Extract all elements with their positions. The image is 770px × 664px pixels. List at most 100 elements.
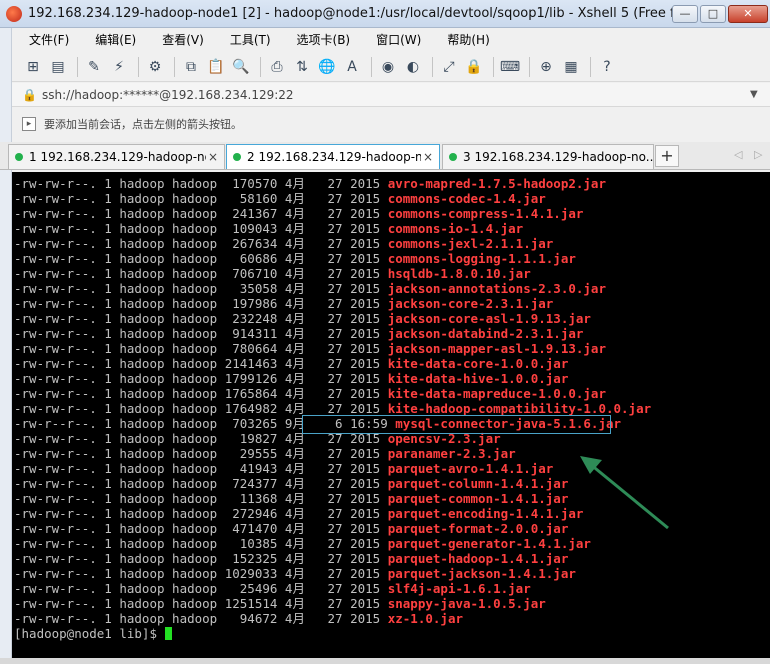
file-meta: -rw-rw-r--. 1 hadoop hadoop 471470 4月 27… — [14, 521, 388, 536]
xftp-icon[interactable]: ◉ — [377, 56, 399, 78]
file-meta: -rw-rw-r--. 1 hadoop hadoop 29555 4月 27 … — [14, 446, 388, 461]
new-tab-icon[interactable]: ⊕ — [535, 56, 557, 78]
file-meta: -rw-rw-r--. 1 hadoop hadoop 94672 4月 27 … — [14, 611, 388, 626]
properties-icon[interactable]: ⚙ — [144, 56, 166, 78]
file-meta: -rw-rw-r--. 1 hadoop hadoop 35058 4月 27 … — [14, 281, 388, 296]
listing-row: -rw-rw-r--. 1 hadoop hadoop 11368 4月 27 … — [14, 491, 651, 506]
file-name: jackson-mapper-asl-1.9.13.jar — [387, 341, 606, 356]
file-meta: -rw-rw-r--. 1 hadoop hadoop 1799126 4月 2… — [14, 371, 388, 386]
file-meta: -rw-rw-r--. 1 hadoop hadoop 2141463 4月 2… — [14, 356, 388, 371]
close-tab-icon[interactable]: × — [421, 150, 435, 164]
copy-icon[interactable]: ⧉ — [180, 56, 202, 78]
shell-prompt: [hadoop@node1 lib]$ — [14, 626, 165, 641]
terminal-output[interactable]: -rw-rw-r--. 1 hadoop hadoop 170570 4月 27… — [12, 172, 770, 664]
file-meta: -rw-rw-r--. 1 hadoop hadoop 41943 4月 27 … — [14, 461, 388, 476]
paste-icon[interactable]: 📋 — [205, 56, 227, 78]
file-name: commons-compress-1.4.1.jar — [387, 206, 584, 221]
font-icon[interactable]: A — [341, 56, 363, 78]
listing-row: -rw-rw-r--. 1 hadoop hadoop 471470 4月 27… — [14, 521, 651, 536]
tab-session-1[interactable]: 1 192.168.234.129-hadoop-no... × — [8, 144, 225, 169]
lock-icon[interactable]: 🔒 — [463, 56, 485, 78]
listing-row: -rw-rw-r--. 1 hadoop hadoop 1765864 4月 2… — [14, 386, 651, 401]
connected-status-icon — [233, 153, 241, 161]
find-icon[interactable]: 🔍 — [230, 56, 252, 78]
session-address[interactable]: ssh://hadoop:******@192.168.234.129:22 — [42, 88, 750, 102]
disconnect-icon[interactable]: ⚡ — [108, 56, 130, 78]
listing-row: -rw-rw-r--. 1 hadoop hadoop 1764982 4月 2… — [14, 401, 651, 416]
terminal-cursor — [164, 627, 172, 640]
connected-status-icon — [15, 153, 23, 161]
file-name: kite-data-mapreduce-1.0.0.jar — [387, 386, 606, 401]
xshell-app-icon[interactable] — [6, 5, 22, 22]
open-folder-icon[interactable]: ▤ — [47, 56, 69, 78]
print-icon[interactable]: ⎙ — [266, 56, 288, 78]
close-button[interactable]: ✕ — [728, 4, 768, 23]
menu-window[interactable]: 窗口(W) — [359, 28, 430, 52]
toolbar-separator — [138, 56, 139, 77]
toolbar-separator — [371, 56, 372, 77]
file-name: jackson-annotations-2.3.0.jar — [387, 281, 606, 296]
file-meta: -rw-rw-r--. 1 hadoop hadoop 1765864 4月 2… — [14, 386, 388, 401]
listing-row: -rw-rw-r--. 1 hadoop hadoop 94672 4月 27 … — [14, 611, 651, 626]
file-meta: -rw-rw-r--. 1 hadoop hadoop 706710 4月 27… — [14, 266, 388, 281]
listing-row: -rw-rw-r--. 1 hadoop hadoop 267634 4月 27… — [14, 236, 651, 251]
file-name: parquet-format-2.0.0.jar — [387, 521, 569, 536]
file-name: kite-hadoop-compatibility-1.0.0.jar — [387, 401, 652, 416]
toolbar-separator — [590, 56, 591, 77]
keyboard-icon[interactable]: ⌨ — [499, 56, 521, 78]
globe-icon[interactable]: 🌐 — [316, 56, 338, 78]
listing-row: -rw-rw-r--. 1 hadoop hadoop 41943 4月 27 … — [14, 461, 651, 476]
file-name: parquet-avro-1.4.1.jar — [387, 461, 554, 476]
tab-label: 1 192.168.234.129-hadoop-no... — [29, 150, 206, 164]
menu-view[interactable]: 查看(V) — [145, 28, 213, 52]
menu-tabs[interactable]: 选项卡(B) — [280, 28, 360, 52]
help-icon[interactable]: ? — [596, 56, 618, 78]
listing-row: -rw-rw-r--. 1 hadoop hadoop 1799126 4月 2… — [14, 371, 651, 386]
connected-status-icon — [449, 153, 457, 161]
transfer-icon[interactable]: ⇅ — [291, 56, 313, 78]
fullscreen-icon[interactable]: ⤢ — [438, 56, 460, 78]
menu-bar: 文件(F) 编辑(E) 查看(V) 工具(T) 选项卡(B) 窗口(W) 帮助(… — [12, 28, 770, 52]
file-name: parquet-generator-1.4.1.jar — [387, 536, 591, 551]
add-tab-button[interactable]: + — [655, 145, 679, 167]
menu-file[interactable]: 文件(F) — [12, 28, 78, 52]
maximize-button[interactable]: □ — [700, 4, 726, 23]
listing-row: -rw-rw-r--. 1 hadoop hadoop 60686 4月 27 … — [14, 251, 651, 266]
layout-icon[interactable]: ▦ — [560, 56, 582, 78]
script-icon[interactable]: ◐ — [402, 56, 424, 78]
file-meta: -rw-rw-r--. 1 hadoop hadoop 197986 4月 27… — [14, 296, 388, 311]
session-hint-text: 要添加当前会话，点击左侧的箭头按钮。 — [44, 118, 242, 131]
menu-help[interactable]: 帮助(H) — [430, 28, 498, 52]
new-session-icon[interactable]: ⊞ — [22, 56, 44, 78]
file-name: jackson-core-2.3.1.jar — [387, 296, 554, 311]
toolbar-separator — [432, 56, 433, 77]
file-name: avro-mapred-1.7.5-hadoop2.jar — [387, 176, 606, 191]
listing-row: -rw-rw-r--. 1 hadoop hadoop 2141463 4月 2… — [14, 356, 651, 371]
listing-row: -rw-rw-r--. 1 hadoop hadoop 35058 4月 27 … — [14, 281, 651, 296]
file-name: hsqldb-1.8.0.10.jar — [387, 266, 531, 281]
file-name: parquet-hadoop-1.4.1.jar — [387, 551, 569, 566]
file-name: snappy-java-1.0.5.jar — [387, 596, 546, 611]
file-meta: -rw-rw-r--. 1 hadoop hadoop 232248 4月 27… — [14, 311, 388, 326]
tab-scroll-arrows[interactable]: ◁ ▷ — [734, 148, 766, 161]
menu-edit[interactable]: 编辑(E) — [78, 28, 145, 52]
reconnect-icon[interactable]: ✎ — [83, 56, 105, 78]
listing-row: -rw-rw-r--. 1 hadoop hadoop 724377 4月 27… — [14, 476, 651, 491]
close-tab-icon[interactable]: × — [206, 150, 220, 164]
toolbar-separator — [77, 56, 78, 77]
menu-tools[interactable]: 工具(T) — [213, 28, 280, 52]
minimize-button[interactable]: — — [672, 4, 698, 23]
add-session-arrow-icon[interactable]: ▸ — [22, 117, 36, 131]
file-meta: -rw-rw-r--. 1 hadoop hadoop 724377 4月 27… — [14, 476, 388, 491]
file-meta: -rw-rw-r--. 1 hadoop hadoop 272946 4月 27… — [14, 506, 388, 521]
file-name: paranamer-2.3.jar — [387, 446, 516, 461]
address-bar[interactable]: 🔒 ssh://hadoop:******@192.168.234.129:22… — [12, 83, 770, 107]
listing-row: -rw-rw-r--. 1 hadoop hadoop 241367 4月 27… — [14, 206, 651, 221]
chevron-down-icon[interactable]: ▼ — [750, 89, 764, 100]
tab-session-3[interactable]: 3 192.168.234.129-hadoop-no... — [442, 144, 654, 169]
tab-label: 3 192.168.234.129-hadoop-no... — [463, 150, 653, 164]
file-meta: -rw-rw-r--. 1 hadoop hadoop 1251514 4月 2… — [14, 596, 388, 611]
file-meta: -rw-rw-r--. 1 hadoop hadoop 58160 4月 27 … — [14, 191, 388, 206]
toolbar-separator — [493, 56, 494, 77]
tab-session-2[interactable]: 2 192.168.234.129-hadoop-n... × — [226, 144, 440, 169]
